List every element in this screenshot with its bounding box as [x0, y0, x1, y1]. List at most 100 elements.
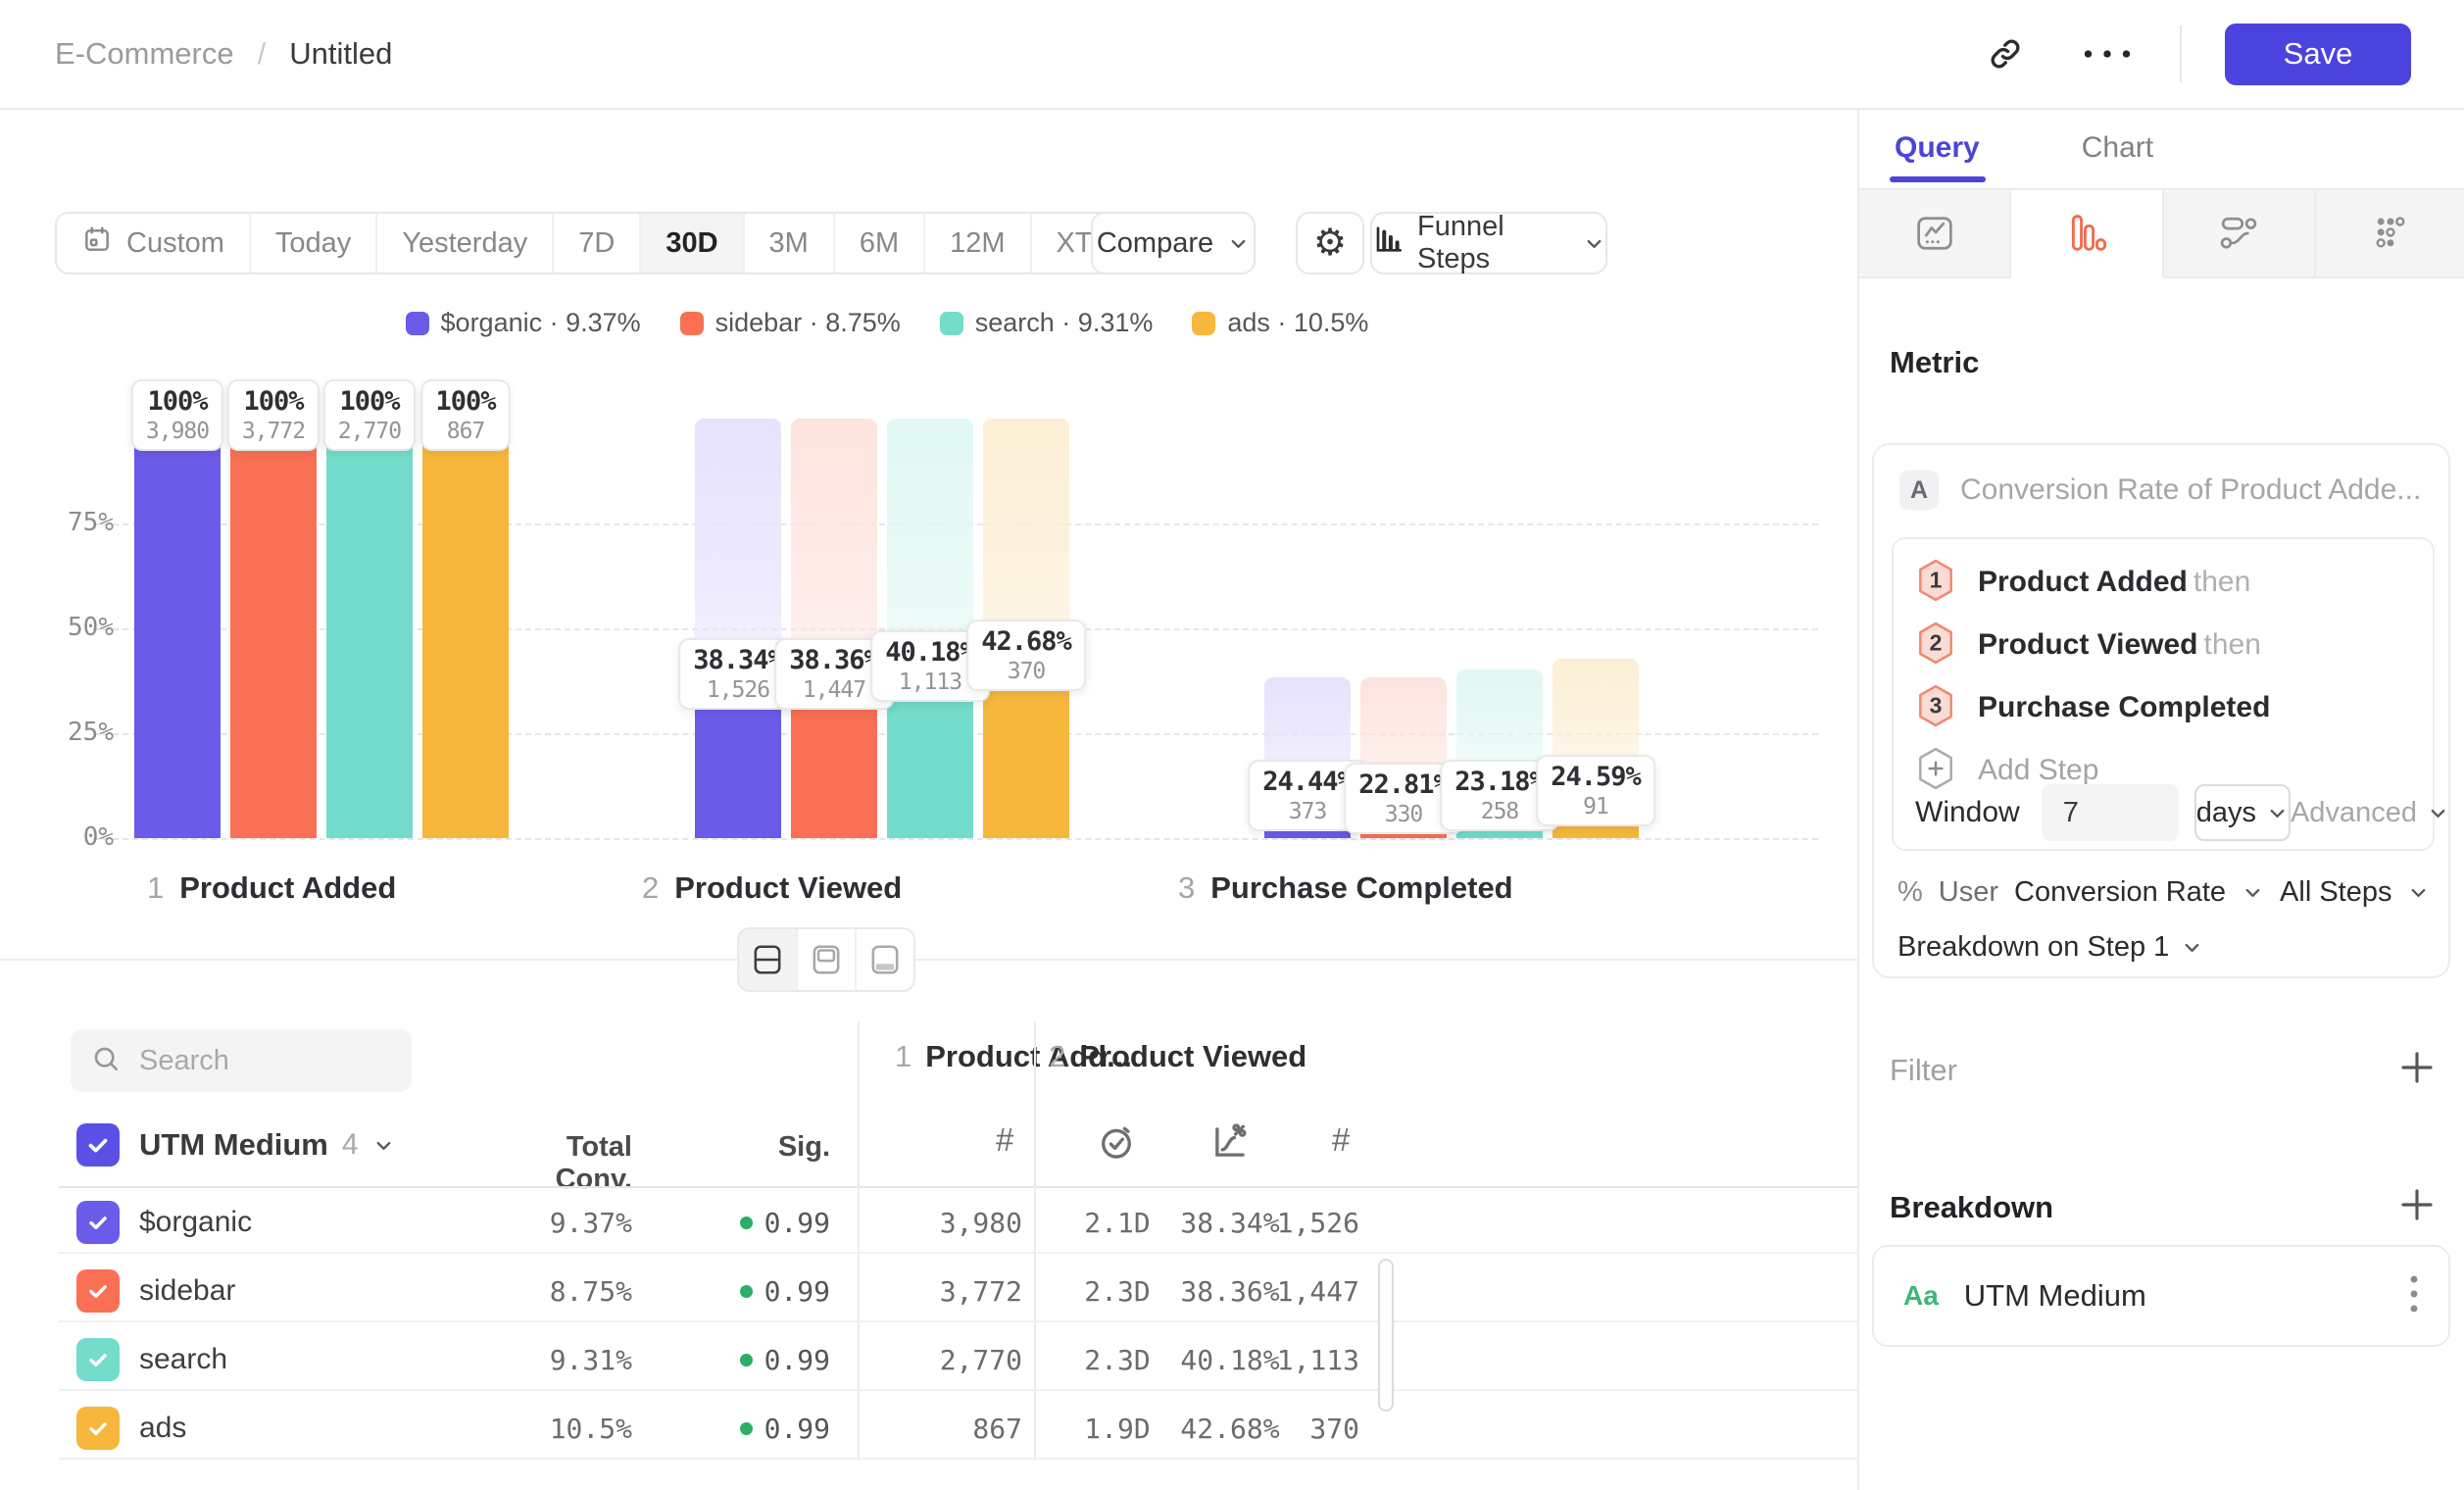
tab-query[interactable]: Query — [1895, 131, 1980, 165]
chart-gridline — [93, 838, 1818, 840]
breakdown-count: 4 — [342, 1128, 359, 1162]
row-divider — [59, 1320, 1857, 1322]
add-filter-button[interactable] — [2396, 1047, 2438, 1093]
y-axis-tick: 75% — [43, 508, 114, 537]
funnel-chart-type-tab[interactable] — [2011, 190, 2163, 278]
y-axis-tick: 50% — [43, 613, 114, 642]
more-options-icon[interactable] — [2078, 25, 2137, 83]
funnel-bar-organic-step1[interactable] — [134, 419, 221, 838]
breakdown-column-header[interactable]: UTM Medium 4 — [139, 1123, 395, 1167]
step-name: Product Added — [179, 870, 396, 906]
layout-chart-only-icon[interactable] — [798, 929, 857, 990]
bar-count: 373 — [1262, 799, 1353, 824]
bar-conversion-pct: 24.59% — [1551, 762, 1641, 792]
table-row-search: search9.31%0.992,7702.3D40.18%1,113 — [0, 1325, 1857, 1394]
funnel-bar-sidebar-step1[interactable] — [230, 419, 317, 838]
chevron-down-icon — [2427, 802, 2449, 824]
bar-count: 2,770 — [338, 419, 401, 444]
row-total-conversion: 9.37% — [485, 1207, 632, 1239]
funnel-bar-ads-step1[interactable] — [422, 419, 509, 838]
insights-chart-type-tab[interactable] — [1859, 190, 2011, 276]
topbar-divider — [2180, 25, 2182, 82]
breakdown-item[interactable]: Aa UTM Medium — [1872, 1245, 2450, 1347]
step-event-name: Purchase Completed — [1978, 691, 2270, 724]
row-significance: 0.99 — [654, 1413, 830, 1445]
window-unit-select[interactable]: days — [2194, 784, 2291, 841]
bar-conversion-pct: 23.18% — [1454, 767, 1545, 797]
bar-conversion-pct: 38.36% — [789, 645, 879, 675]
svg-text:2: 2 — [1930, 629, 1943, 655]
significance-dot-icon — [740, 1354, 753, 1366]
svg-text:3: 3 — [1930, 692, 1943, 718]
row-step2-count: 1,526 — [1252, 1207, 1359, 1239]
row-name: ads — [139, 1412, 186, 1445]
flows-chart-type-tab[interactable] — [2164, 190, 2316, 276]
measure-entity[interactable]: User — [1939, 876, 1998, 909]
metric-a-row[interactable]: A Conversion Rate of Product Adde... — [1899, 471, 2421, 510]
row-checkbox[interactable] — [76, 1338, 120, 1381]
row-checkbox[interactable] — [76, 1201, 120, 1244]
row-step2-avg-time: 2.3D — [1054, 1275, 1181, 1308]
layout-table-only-icon[interactable] — [857, 929, 913, 990]
metric-badge: A — [1899, 471, 1939, 510]
panel-tabs: Query Chart — [1895, 131, 2153, 165]
window-unit-label: days — [2196, 797, 2256, 829]
active-tab-underline — [1890, 176, 1986, 182]
table-step2-header: 2 Product Viewed — [1049, 1039, 1306, 1074]
bar-count: 3,772 — [242, 419, 305, 444]
string-property-icon: Aa — [1903, 1280, 1939, 1312]
step-hexagon-badge: 1 — [1915, 558, 1956, 608]
step-name: Purchase Completed — [1210, 870, 1512, 906]
row-checkbox[interactable] — [76, 1269, 120, 1313]
filter-section-title: Filter — [1890, 1053, 1957, 1088]
svg-text:1: 1 — [1930, 567, 1943, 592]
significance-dot-icon — [740, 1422, 753, 1435]
add-breakdown-button[interactable] — [2396, 1184, 2438, 1230]
table-row-organic: $organic9.37%0.993,9802.1D38.34%1,526 — [0, 1188, 1857, 1257]
panel-step-1[interactable]: 1Product Addedthen — [1894, 551, 2433, 614]
retention-chart-type-tab[interactable] — [2316, 190, 2464, 276]
advanced-toggle[interactable]: Advanced — [2291, 797, 2449, 829]
select-all-checkbox[interactable] — [76, 1123, 120, 1167]
funnel-chart: 75%50%25%0%100%3,980100%3,772100%2,77010… — [0, 0, 1857, 990]
row-total-conversion: 10.5% — [485, 1413, 632, 1445]
table-row-sidebar: sidebar8.75%0.993,7722.3D38.36%1,447 — [0, 1257, 1857, 1325]
count-column-icon[interactable]: # — [996, 1121, 1013, 1159]
tab-chart[interactable]: Chart — [2082, 131, 2153, 165]
bar-count: 3,980 — [146, 419, 209, 444]
measure-row: % User Conversion Rate All Steps — [1897, 876, 2430, 909]
funnel-bar-search-step1[interactable] — [326, 419, 413, 838]
bar-count: 330 — [1358, 802, 1449, 827]
chevron-down-icon — [2266, 802, 2289, 824]
step-hexagon-badge: 3 — [1915, 683, 1956, 733]
table-search — [71, 1029, 412, 1092]
step-hexagon-badge: 2 — [1915, 621, 1956, 670]
panel-step-2[interactable]: 2Product Viewedthen — [1894, 614, 2433, 676]
search-input[interactable] — [137, 1044, 376, 1078]
count-column-icon[interactable]: # — [1332, 1121, 1350, 1159]
row-total-conversion: 8.75% — [485, 1275, 632, 1308]
sig-column-header[interactable]: Sig. — [713, 1131, 830, 1164]
chevron-down-icon — [2407, 881, 2430, 904]
kebab-menu-icon[interactable] — [2407, 1271, 2421, 1321]
table-scrollbar[interactable] — [1378, 1259, 1394, 1412]
bar-value-label: 100%867 — [420, 379, 510, 451]
step-number: 1 — [895, 1039, 912, 1074]
conversion-rate-column-icon[interactable] — [1209, 1121, 1251, 1167]
bar-count: 370 — [981, 659, 1071, 684]
avg-time-column-icon[interactable] — [1096, 1121, 1137, 1167]
panel-step-3[interactable]: 3 Purchase Completed — [1894, 676, 2433, 739]
measure-scope-select[interactable]: All Steps — [2280, 876, 2391, 909]
breakdown-on-step-select[interactable]: Breakdown on Step 1 — [1897, 931, 2203, 964]
layout-split-icon[interactable] — [739, 929, 798, 990]
row-step2-count: 370 — [1252, 1413, 1359, 1445]
measure-metric-select[interactable]: Conversion Rate — [2014, 876, 2226, 909]
row-checkbox[interactable] — [76, 1407, 120, 1450]
bar-conversion-pct: 100% — [435, 386, 495, 417]
window-value-input[interactable] — [2042, 784, 2179, 841]
y-axis-tick: 25% — [43, 718, 114, 747]
significance-dot-icon — [740, 1217, 753, 1229]
row-step2-avg-time: 1.9D — [1054, 1413, 1181, 1445]
share-link-icon[interactable] — [1976, 25, 2035, 83]
save-button[interactable]: Save — [2225, 24, 2411, 85]
